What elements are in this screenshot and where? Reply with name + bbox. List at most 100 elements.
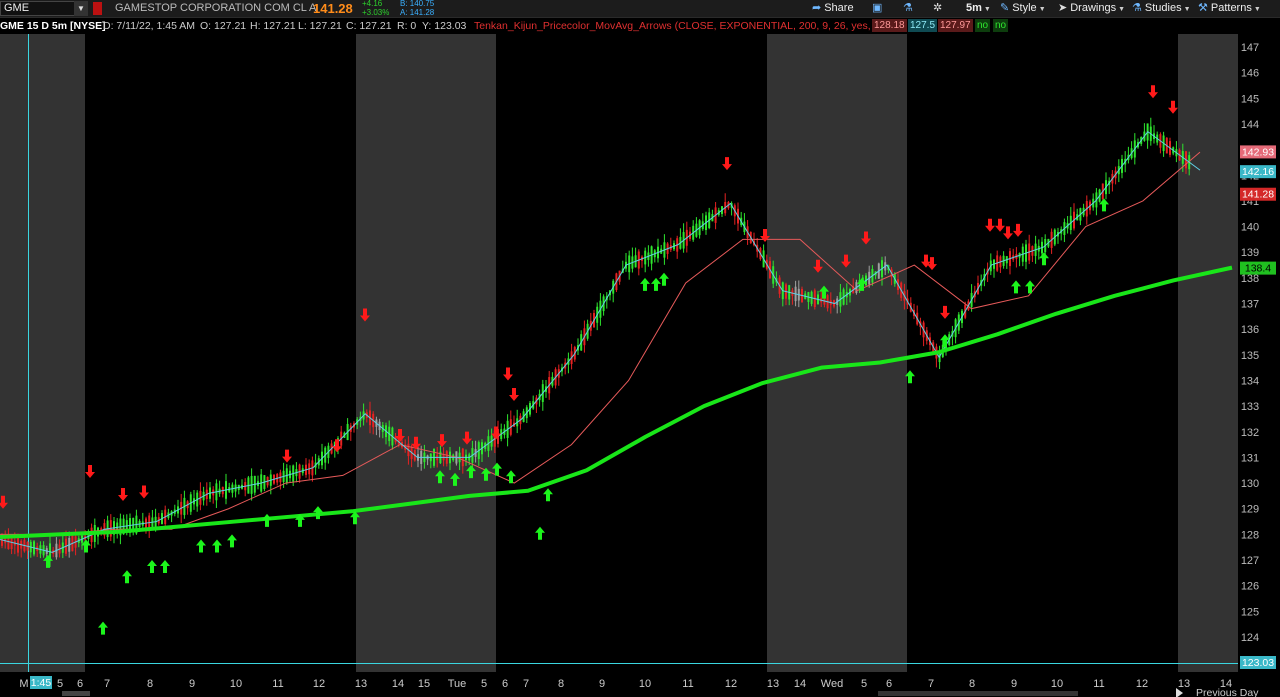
settings-button[interactable]: ✲ [933,1,945,16]
change-absolute: +4.16 [362,0,383,8]
time-tick-label: 10 [1051,678,1063,690]
cursor-icon: ➤ [1058,2,1068,14]
price-tick-label: 147 [1241,42,1259,54]
price-chart[interactable]: 1471461451441431421411401391381371361351… [0,0,1280,697]
time-tick-label: 11 [1093,678,1104,690]
ask-price: A: 141.28 [400,8,435,17]
price-tick-label: 132 [1241,427,1259,439]
price-tick-label: 138 [1241,273,1259,285]
scroll-handle[interactable] [62,691,90,696]
study-label[interactable]: Tenkan_Kijun_Pricecolor_MovAvg_Arrows (C… [474,18,893,34]
study-flag-2: no [993,19,1009,32]
price-tick-label: 129 [1241,504,1259,516]
time-axis: M 1:45 5 6 7 8 9 10 11 12 13 14 15 Tue 5 6 7 8 9 10 11 12 13 14… [0,672,1280,697]
price-tick-label: 133 [1241,401,1259,413]
extended-hours-shade [767,34,907,672]
price-tick-label: 126 [1241,581,1259,593]
alert-flag-icon[interactable] [93,2,102,15]
time-tick-label: 9 [189,678,195,690]
price-tick-label: 140 [1241,222,1259,234]
last-price: 141.28 [313,1,353,16]
time-tick-label: 14 [794,678,806,690]
time-tick-label: 12 [1136,678,1148,690]
bar-low: L: 127.21 [298,20,342,32]
price-tick-label: 130 [1241,478,1259,490]
time-tick-label: 5 [481,678,487,690]
bar-open: O: 127.21 [200,20,247,32]
scrollbar-track[interactable] [878,691,1078,696]
pattern-icon: ⚒ [1198,2,1208,14]
drawings-button[interactable]: ➤ Drawings ▼ [1058,1,1125,16]
time-tick-label: Wed [821,678,843,690]
time-tick-label: 11 [682,678,693,690]
chart-title: GME 15 D 5m [NYSE] [0,20,106,32]
study-value-kijun: 128.18 [872,19,907,32]
extended-hours-shade [356,34,496,672]
study-value-close: 127.97 [938,19,973,32]
pencil-icon: ✎ [1000,2,1010,14]
price-tick-label: 137 [1241,299,1259,311]
price-tick-label: 127 [1241,555,1259,567]
bar-high: H: 127.21 [250,20,296,32]
symbol-dropdown-button[interactable]: ▼ [74,1,88,16]
interval-selector[interactable]: 5m ▼ [966,1,991,16]
time-tick-label: 10 [639,678,651,690]
time-tick-label: 6 [502,678,508,690]
bid-price: B: 140.75 [400,0,435,8]
time-tick-label: 9 [1011,678,1017,690]
time-tick-label: 11 [272,678,283,690]
change-percent: +3.03% [362,8,390,17]
price-tick-label: 145 [1241,93,1259,105]
previous-day-label: Previous Day [1196,687,1259,697]
time-tick-label: 7 [928,678,934,690]
time-tick-label: 12 [725,678,737,690]
time-tick-label: 14 [392,678,404,690]
bid-ask: B: 140.75 A: 141.28 [400,0,434,17]
time-tick-label: Tue [448,678,467,690]
time-tick-label: 6 [886,678,892,690]
time-tick-label: 12 [313,678,325,690]
grid-layout-button[interactable]: ▣ [872,1,885,16]
time-tick-label: 15 [418,678,430,690]
study-value-tenkan: 127.5 [908,19,938,32]
time-tick-label: 13 [767,678,779,690]
share-icon: ➦ [812,2,822,14]
share-button[interactable]: ➦ Share [812,1,854,16]
price-tick-label: 135 [1241,350,1259,362]
time-tick-label: 5 [861,678,867,690]
bar-range: R: 0 [397,20,417,32]
flask-button[interactable]: ⚗ [903,1,916,16]
time-tick-label: 9 [599,678,605,690]
price-tick-label: 125 [1241,606,1259,618]
price-change: +4.16 +3.03% [362,0,389,17]
patterns-button[interactable]: ⚒ Patterns ▼ [1198,1,1261,16]
toolbar: GME ▼ GAMESTOP CORPORATION COM CL A 141.… [0,0,1280,18]
price-tick-label: 146 [1241,68,1259,80]
cursor-price-tag: 123.03 [1242,657,1274,669]
bar-date: D: 7/11/22, 1:45 AM [103,20,196,32]
style-button[interactable]: ✎ Style ▼ [1000,1,1046,16]
time-tick-label: M [19,678,28,690]
time-tick-label: 13 [1178,678,1190,690]
price-tick-label: 139 [1241,247,1259,259]
flask-icon: ⚗ [903,2,913,14]
extended-hours-shade [1178,34,1238,672]
time-tick-label: 10 [230,678,242,690]
studies-button[interactable]: ⚗ Studies ▼ [1132,1,1191,16]
chart-background [0,0,1280,697]
bar-y: Y: 123.03 [422,20,467,32]
grid-layout-icon: ▣ [872,2,883,14]
gear-icon: ✲ [933,2,943,14]
company-name: GAMESTOP CORPORATION COM CL A [115,2,317,14]
flask-icon: ⚗ [1132,2,1142,14]
time-tick-label: 6 [77,678,83,690]
price-tick-label: 128 [1241,529,1259,541]
chart-info-row: GME 15 D 5m [NYSE] D: 7/11/22, 1:45 AM O… [0,18,1020,34]
price-tick-label: 144 [1241,119,1259,131]
last-price-tag: 141.28 [1242,189,1274,201]
symbol-text: GME [4,2,30,14]
time-tick-label: 13 [355,678,367,690]
time-tick-label: 5 [57,678,63,690]
price-tick-label: 134 [1241,375,1259,387]
kijun-price-tag: 142.93 [1242,146,1274,158]
